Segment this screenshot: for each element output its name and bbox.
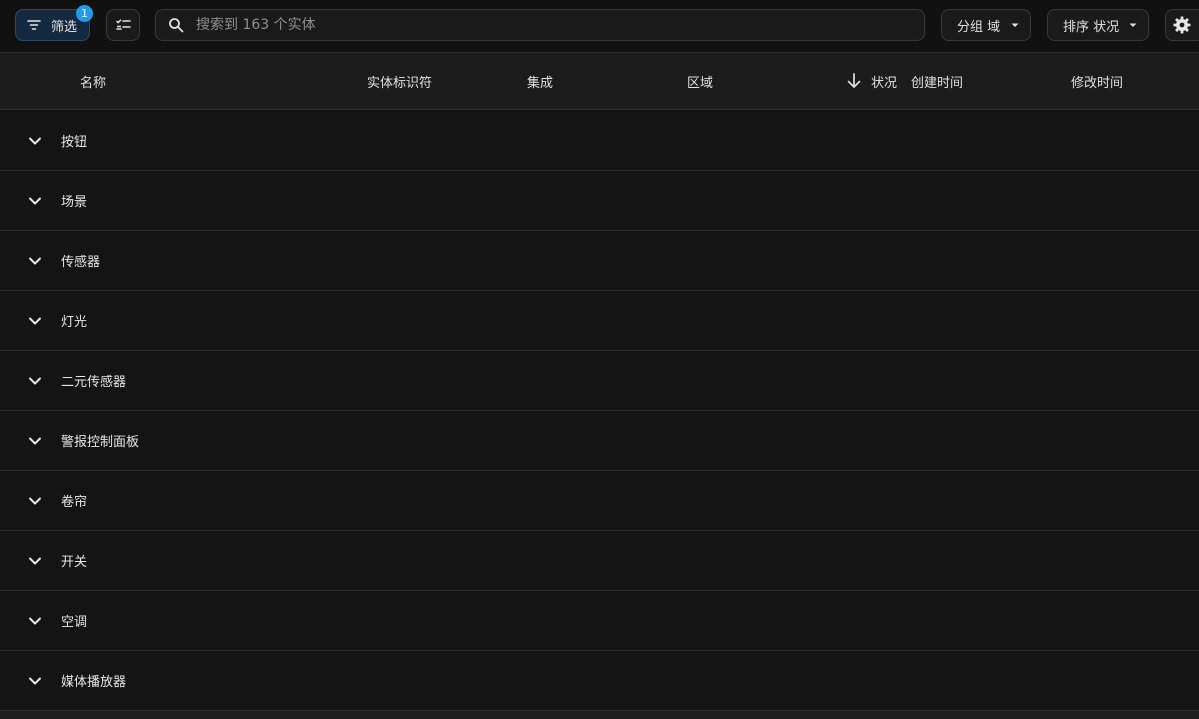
column-header-entity-id[interactable]: 实体标识符 <box>367 53 432 109</box>
group-label: 按钮 <box>61 135 88 150</box>
column-header-name[interactable]: 名称 <box>80 53 106 109</box>
group-row-media-player[interactable]: 媒体播放器 <box>0 651 1199 711</box>
settings-button[interactable] <box>1165 9 1199 41</box>
group-label: 空调 <box>61 615 88 630</box>
chevron-down-icon[interactable] <box>26 252 44 270</box>
caret-down-icon <box>1010 20 1020 30</box>
filter-button[interactable]: 筛选 1 <box>15 5 93 41</box>
chevron-down-icon[interactable] <box>26 612 44 630</box>
group-row-climate[interactable]: 空调 <box>0 591 1199 651</box>
chevron-down-icon[interactable] <box>26 492 44 510</box>
chevron-down-icon[interactable] <box>26 312 44 330</box>
sort-by-dropdown[interactable]: 排序 状况 <box>1047 9 1149 41</box>
chevron-down-icon[interactable] <box>26 672 44 690</box>
column-header-status[interactable]: 状况 <box>845 53 897 109</box>
chevron-down-icon[interactable] <box>26 132 44 150</box>
group-row-binary-sensor[interactable]: 二元传感器 <box>0 351 1199 411</box>
group-label: 传感器 <box>61 255 101 270</box>
group-by-dropdown[interactable]: 分组 域 <box>941 9 1031 41</box>
group-row-light[interactable]: 灯光 <box>0 291 1199 351</box>
chevron-down-icon[interactable] <box>26 372 44 390</box>
search-input[interactable] <box>196 17 896 33</box>
column-header-status-label: 状况 <box>871 75 898 91</box>
multiselect-icon <box>114 16 132 34</box>
group-row-button[interactable]: 按钮 <box>0 111 1199 171</box>
arrow-down-icon <box>845 72 863 90</box>
group-by-label: 分组 域 <box>957 19 1001 35</box>
group-label: 媒体播放器 <box>61 675 127 690</box>
search-icon <box>168 17 184 33</box>
toolbar: 筛选 1 分组 域 排序 状况 <box>0 0 1199 52</box>
group-label: 灯光 <box>61 315 88 330</box>
filter-count-badge: 1 <box>76 5 93 22</box>
group-label: 场景 <box>61 195 88 210</box>
chevron-down-icon[interactable] <box>26 552 44 570</box>
caret-down-icon <box>1128 20 1138 30</box>
group-label: 二元传感器 <box>61 375 127 390</box>
group-row-cover[interactable]: 卷帘 <box>0 471 1199 531</box>
sort-by-label: 排序 状况 <box>1063 19 1120 35</box>
table-header: 名称 实体标识符 集成 区域 状况 创建时间 修改时间 <box>0 52 1199 110</box>
gear-icon <box>1172 15 1192 35</box>
group-row-scene[interactable]: 场景 <box>0 171 1199 231</box>
multiselect-button[interactable] <box>106 9 140 41</box>
column-header-area[interactable]: 区域 <box>687 53 713 109</box>
search-box[interactable] <box>155 9 925 41</box>
group-row-alarm-panel[interactable]: 警报控制面板 <box>0 411 1199 471</box>
filter-label: 筛选 <box>51 19 78 35</box>
group-list: 按钮 场景 传感器 灯光 二元传感器 警报控制面板 卷帘 开关 空调 媒体播放器 <box>0 111 1199 711</box>
scrollbar-track[interactable] <box>0 711 1199 719</box>
column-header-integration[interactable]: 集成 <box>527 53 553 109</box>
group-label: 开关 <box>61 555 88 570</box>
column-header-created[interactable]: 创建时间 <box>911 53 963 109</box>
group-row-switch[interactable]: 开关 <box>0 531 1199 591</box>
column-header-modified[interactable]: 修改时间 <box>1071 53 1123 109</box>
group-label: 卷帘 <box>61 495 88 510</box>
group-label: 警报控制面板 <box>61 435 140 450</box>
group-row-sensor[interactable]: 传感器 <box>0 231 1199 291</box>
chevron-down-icon[interactable] <box>26 432 44 450</box>
filter-icon <box>26 17 42 33</box>
chevron-down-icon[interactable] <box>26 192 44 210</box>
